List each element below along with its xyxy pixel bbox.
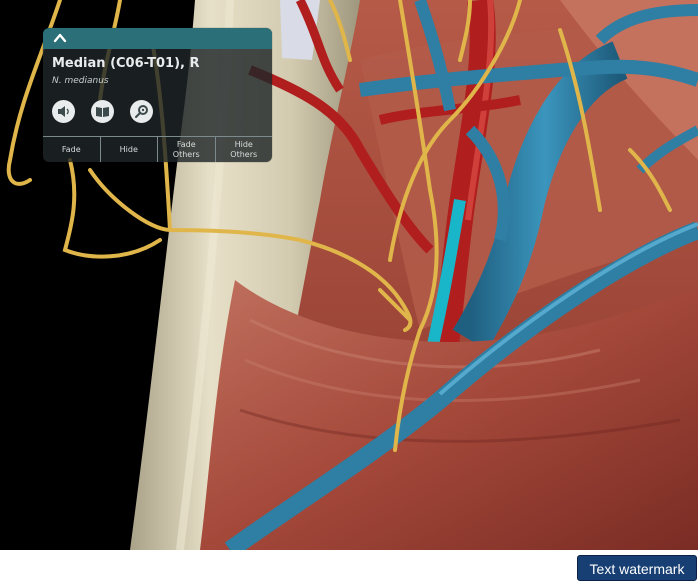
anatomy-3d-viewport[interactable]: Median (C06-T01), R N. medianus Fade Hid… — [0, 0, 698, 550]
structure-name: Median (C06-T01), R — [52, 56, 200, 71]
fade-others-button[interactable]: Fade Others — [157, 137, 215, 162]
speaker-icon — [58, 106, 69, 117]
definition-button[interactable] — [91, 100, 114, 123]
structure-info-panel: Median (C06-T01), R N. medianus Fade Hid… — [43, 28, 272, 162]
fade-button[interactable]: Fade — [43, 137, 100, 162]
hide-others-button[interactable]: Hide Others — [214, 137, 273, 162]
action-bar: Fade Hide Fade Others Hide Others — [43, 136, 272, 162]
quiz-button[interactable] — [130, 100, 153, 123]
text-watermark: Text watermark — [577, 555, 697, 581]
latin-name: N. medianus — [52, 76, 109, 86]
chevron-up-icon[interactable] — [52, 30, 68, 46]
hide-button[interactable]: Hide — [99, 137, 158, 162]
book-icon — [96, 107, 109, 117]
quiz-icon — [135, 105, 148, 118]
panel-header — [43, 28, 272, 49]
pronunciation-button[interactable] — [52, 100, 75, 123]
